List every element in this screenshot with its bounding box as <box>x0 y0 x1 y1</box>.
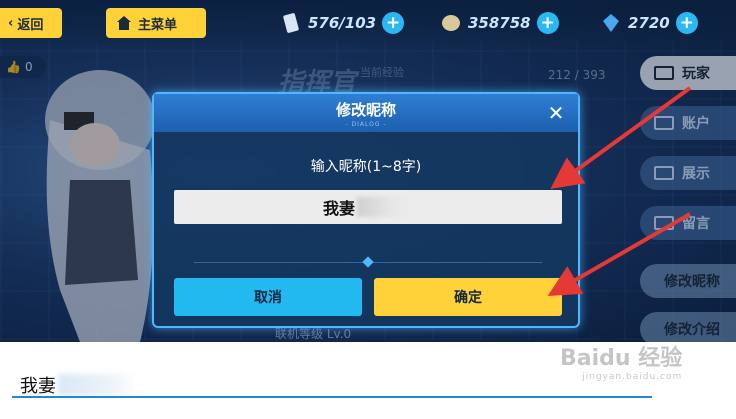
caption-text: 我妻 <box>20 372 138 398</box>
add-coin-button[interactable]: + <box>536 12 559 34</box>
nickname-prompt: 输入昵称(1~8字) <box>310 159 422 175</box>
add-stamina-button[interactable]: + <box>382 12 405 34</box>
home-icon <box>117 16 131 30</box>
caption-redacted-blur <box>58 374 138 396</box>
dialog-header: 修改昵称 - DIALOG - <box>154 94 578 132</box>
confirm-button[interactable]: 确定 <box>374 278 562 316</box>
coin-icon <box>440 12 462 34</box>
watermark: Baidu 经验 jingyan.baidu.com <box>560 340 682 382</box>
cancel-button[interactable]: 取消 <box>174 278 362 316</box>
crystal-value: 2720 <box>628 14 670 32</box>
back-button-label: 返回 <box>17 17 44 33</box>
back-button[interactable]: ‹ 返回 <box>0 8 62 38</box>
coin-counter: 358758 + <box>440 10 559 36</box>
top-bar: ‹ 返回 主菜单 576/103 + 358758 + 2720 + <box>0 0 736 46</box>
close-icon[interactable]: ✕ <box>544 101 568 125</box>
stamina-value: 576/103 <box>308 14 377 32</box>
crystal-icon <box>600 12 622 34</box>
caption-value: 我妻 <box>20 376 56 397</box>
coin-value: 358758 <box>468 14 531 32</box>
dialog-subtitle: - DIALOG - <box>345 120 387 128</box>
add-crystal-button[interactable]: + <box>675 12 698 34</box>
dialog-title: 修改昵称 <box>335 100 396 119</box>
nickname-input[interactable]: 我妻 <box>174 190 562 224</box>
rename-dialog: 修改昵称 - DIALOG - ✕ 输入昵称(1~8字) 我妻 取消 确定 <box>152 92 580 328</box>
crystal-counter: 2720 + <box>600 10 698 36</box>
main-menu-button[interactable]: 主菜单 <box>106 8 206 38</box>
divider-diamond-icon <box>362 256 374 268</box>
nickname-input-value: 我妻 <box>322 199 355 218</box>
watermark-brand: Baidu 经验 <box>560 346 683 371</box>
stamina-counter: 576/103 + <box>280 10 405 36</box>
stamina-icon <box>280 12 302 34</box>
watermark-url: jingyan.baidu.com <box>582 372 683 382</box>
redacted-blur <box>357 197 413 217</box>
caption-underline <box>12 396 652 398</box>
chevron-left-icon: ‹ <box>8 15 14 31</box>
main-menu-label: 主菜单 <box>138 17 178 33</box>
game-scene: 指挥官 当前经验 212 / 393 👍 0 联机等级 Lv.0 ‹ 返回 主菜… <box>0 0 736 342</box>
